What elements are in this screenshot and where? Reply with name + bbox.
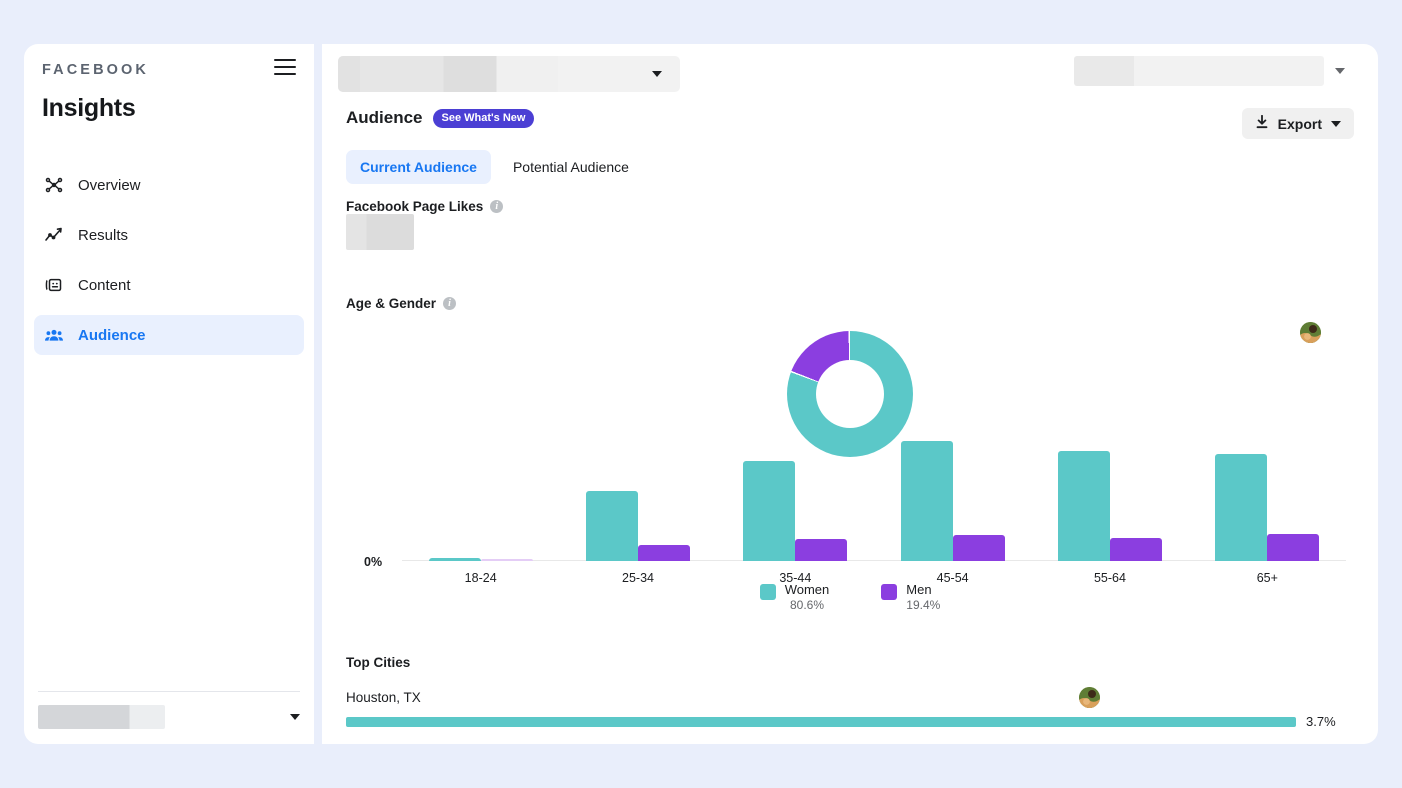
bar-men-35-44 [795, 538, 848, 561]
bar-group: 18-24 [402, 431, 559, 585]
page-likes-header: Facebook Page Likes i [346, 199, 1354, 214]
content-icon [43, 274, 65, 296]
account-name-redacted [38, 705, 165, 729]
legend-label-men: Men [906, 581, 932, 597]
info-icon[interactable]: i [443, 297, 457, 310]
top-cities-title: Top Cities [346, 655, 411, 670]
facebook-brand-label: FACEBOOK [42, 62, 149, 78]
bar-men-25-34 [637, 545, 690, 561]
age-gender-header: Age & Gender i [346, 296, 1354, 311]
legend-swatch-women [759, 583, 776, 600]
bar-men-65+ [1267, 534, 1320, 561]
city-name: Houston, TX [346, 690, 421, 705]
see-whats-new-badge[interactable]: See What's New [432, 108, 535, 128]
top-toolbar [322, 44, 1378, 102]
city-row: Houston, TX 3.7% [346, 690, 1354, 729]
sidebar-item-audience[interactable]: Audience [34, 315, 304, 355]
download-icon [1255, 114, 1269, 133]
bar-group: 25-34 [559, 431, 716, 585]
bar-men-45-54 [952, 535, 1005, 561]
legend-label-women: Women [784, 581, 830, 597]
bar-women-45-54 [900, 441, 953, 561]
bar-groups: 18-24 25-34 35-44 45-54 55-64 65+ [402, 431, 1346, 585]
sidebar-item-results[interactable]: Results [34, 215, 304, 255]
account-selector[interactable] [38, 704, 300, 730]
cursor-avatar-chart [1300, 322, 1321, 343]
tab-potential-audience[interactable]: Potential Audience [499, 150, 643, 184]
bar-group: 55-64 [1031, 431, 1188, 585]
sidebar-item-content[interactable]: Content [34, 265, 304, 305]
facebook-page-likes-section: Facebook Page Likes i [346, 199, 1354, 250]
date-range-value-redacted [1074, 56, 1324, 86]
gender-legend: Women 80.6% Men 19.4% [346, 582, 1354, 613]
legend-value-women: 80.6% [789, 598, 824, 612]
bar-men-55-64 [1109, 538, 1162, 561]
info-icon[interactable]: i [490, 200, 504, 213]
export-button[interactable]: Export [1241, 108, 1354, 139]
page-likes-title: Facebook Page Likes [346, 199, 484, 214]
app-root: FACEBOOK Insights Overview Results Conte… [0, 0, 1402, 788]
date-range-dropdown[interactable] [1074, 56, 1354, 86]
legend-item-women: Women 80.6% [759, 581, 830, 613]
bar-men-18-24 [480, 559, 533, 561]
chevron-down-icon [652, 71, 662, 77]
audience-people-icon [43, 324, 65, 346]
legend-value-men: 19.4% [906, 598, 941, 612]
y-axis-tick-0: 0% [364, 555, 383, 569]
export-label: Export [1277, 115, 1322, 132]
chevron-down-icon [1335, 68, 1345, 74]
bar-group: 35-44 [717, 431, 874, 585]
bar-group: 65+ [1189, 431, 1346, 585]
bar-women-65+ [1215, 453, 1268, 561]
age-gender-section: Age & Gender i 0% 18-24 25-34 35-44 45-54 55… [346, 296, 1354, 619]
page-likes-value-redacted [346, 214, 414, 250]
results-chart-icon [43, 224, 65, 246]
bar-women-25-34 [585, 491, 638, 561]
bar-women-55-64 [1057, 451, 1110, 561]
bar-women-18-24 [428, 558, 481, 561]
sidebar-item-label: Audience [78, 326, 146, 344]
bar-women-35-44 [743, 461, 796, 561]
main-content: Audience See What's New Export Current A… [322, 108, 1378, 729]
age-bar-chart: 0% 18-24 25-34 35-44 45-54 55-64 65+ [354, 431, 1346, 585]
bar-group: 45-54 [874, 431, 1031, 585]
account-dropdown[interactable] [338, 56, 680, 92]
overview-icon [43, 174, 65, 196]
city-value: 3.7% [1306, 714, 1336, 729]
section-title-audience: Audience [346, 108, 423, 127]
city-bar [346, 716, 1296, 727]
chevron-down-icon [1331, 120, 1341, 127]
top-cities-header: Top Cities [346, 655, 1354, 670]
top-cities-section: Top Cities Houston, TX 3.7% [346, 655, 1354, 729]
sidebar-item-label: Results [78, 226, 129, 244]
sidebar-footer [38, 691, 300, 730]
sidebar-item-label: Content [78, 276, 131, 294]
sidebar: FACEBOOK Insights Overview Results Conte… [24, 44, 314, 744]
page-header: Audience See What's New Export [346, 108, 1354, 139]
legend-item-men: Men 19.4% [881, 582, 940, 613]
tab-current-audience[interactable]: Current Audience [346, 150, 491, 184]
page-title: Insights [42, 94, 136, 122]
age-gender-title: Age & Gender [346, 296, 437, 311]
main-panel: Audience See What's New Export Current A… [322, 44, 1378, 744]
legend-swatch-men [881, 583, 898, 600]
cursor-avatar-cities [1079, 687, 1100, 708]
chevron-down-icon [290, 714, 300, 720]
account-dropdown-value-redacted [338, 56, 558, 92]
sidebar-item-label: Overview [78, 176, 141, 194]
sidebar-header: FACEBOOK Insights [24, 44, 314, 123]
age-gender-chart: 0% 18-24 25-34 35-44 45-54 55-64 65+ Women 80… [346, 319, 1354, 619]
sidebar-nav: Overview Results Content Audience [24, 165, 314, 355]
hamburger-icon[interactable] [274, 59, 296, 75]
city-bar-wrap: 3.7% [346, 714, 1354, 729]
sidebar-item-overview[interactable]: Overview [34, 165, 304, 205]
audience-tabs: Current Audience Potential Audience [346, 150, 1354, 184]
